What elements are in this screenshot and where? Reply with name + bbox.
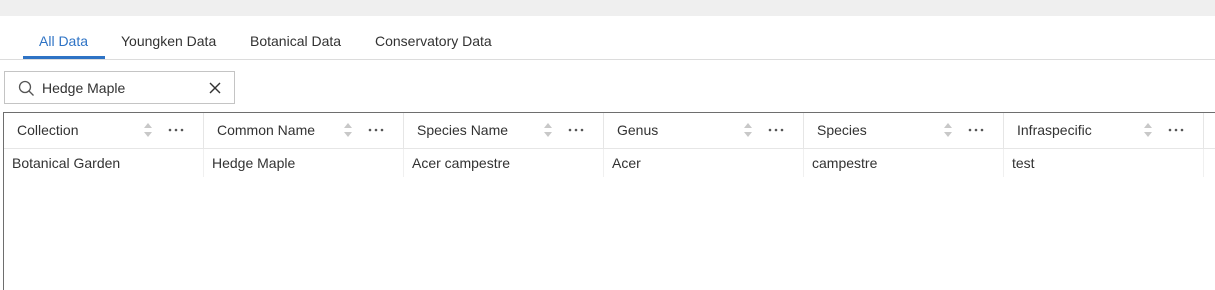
column-header-species-name[interactable]: Species Name bbox=[404, 113, 604, 148]
column-header-label: Genus bbox=[617, 122, 659, 138]
sort-icon[interactable] bbox=[143, 122, 153, 138]
search-box bbox=[4, 71, 235, 104]
table-cell-species-name: Acer campestre bbox=[404, 149, 604, 177]
table-cell-collection: Botanical Garden bbox=[4, 149, 204, 177]
table-cell-common-name: Hedge Maple bbox=[204, 149, 404, 177]
search-input[interactable] bbox=[42, 78, 202, 98]
more-options-icon[interactable] bbox=[367, 122, 385, 138]
tab-botanical-data[interactable]: Botanical Data bbox=[250, 16, 341, 59]
table-header-row: Collection Common Name Species Name Genu… bbox=[4, 113, 1215, 149]
table-cell-species: campestre bbox=[804, 149, 1004, 177]
column-header-collection[interactable]: Collection bbox=[4, 113, 204, 148]
column-header-label: Collection bbox=[17, 122, 79, 138]
tab-conservatory-data[interactable]: Conservatory Data bbox=[375, 16, 492, 59]
more-options-icon[interactable] bbox=[567, 122, 585, 138]
active-tab-indicator bbox=[23, 56, 105, 59]
column-header-genus[interactable]: Genus bbox=[604, 113, 804, 148]
table-cell-genus: Acer bbox=[604, 149, 804, 177]
column-header-infraspecific[interactable]: Infraspecific bbox=[1004, 113, 1204, 148]
more-options-icon[interactable] bbox=[767, 122, 785, 138]
sort-icon[interactable] bbox=[943, 122, 953, 138]
table-cell-infraspecific: test bbox=[1004, 149, 1204, 177]
column-header-species[interactable]: Species bbox=[804, 113, 1004, 148]
column-header-label: Common Name bbox=[217, 122, 316, 138]
more-options-icon[interactable] bbox=[1167, 122, 1185, 138]
column-header-common-name[interactable]: Common Name bbox=[204, 113, 404, 148]
tab-bar: All Data Youngken Data Botanical Data Co… bbox=[0, 16, 1215, 60]
column-header-label: Species Name bbox=[417, 122, 509, 138]
top-strip bbox=[0, 0, 1215, 16]
tab-youngken-data[interactable]: Youngken Data bbox=[121, 16, 216, 59]
more-options-icon[interactable] bbox=[967, 122, 985, 138]
sort-icon[interactable] bbox=[543, 122, 553, 138]
sort-icon[interactable] bbox=[743, 122, 753, 138]
column-header-label: Infraspecific bbox=[1017, 122, 1092, 138]
sort-icon[interactable] bbox=[343, 122, 353, 138]
sort-icon[interactable] bbox=[1143, 122, 1153, 138]
close-icon[interactable] bbox=[208, 81, 222, 95]
search-icon bbox=[18, 80, 34, 96]
tab-all-data[interactable]: All Data bbox=[39, 16, 88, 59]
column-header-label: Species bbox=[817, 122, 867, 138]
data-table: Collection Common Name Species Name Genu… bbox=[3, 112, 1215, 290]
table-row[interactable]: Botanical Garden Hedge Maple Acer campes… bbox=[4, 149, 1215, 177]
more-options-icon[interactable] bbox=[167, 122, 185, 138]
